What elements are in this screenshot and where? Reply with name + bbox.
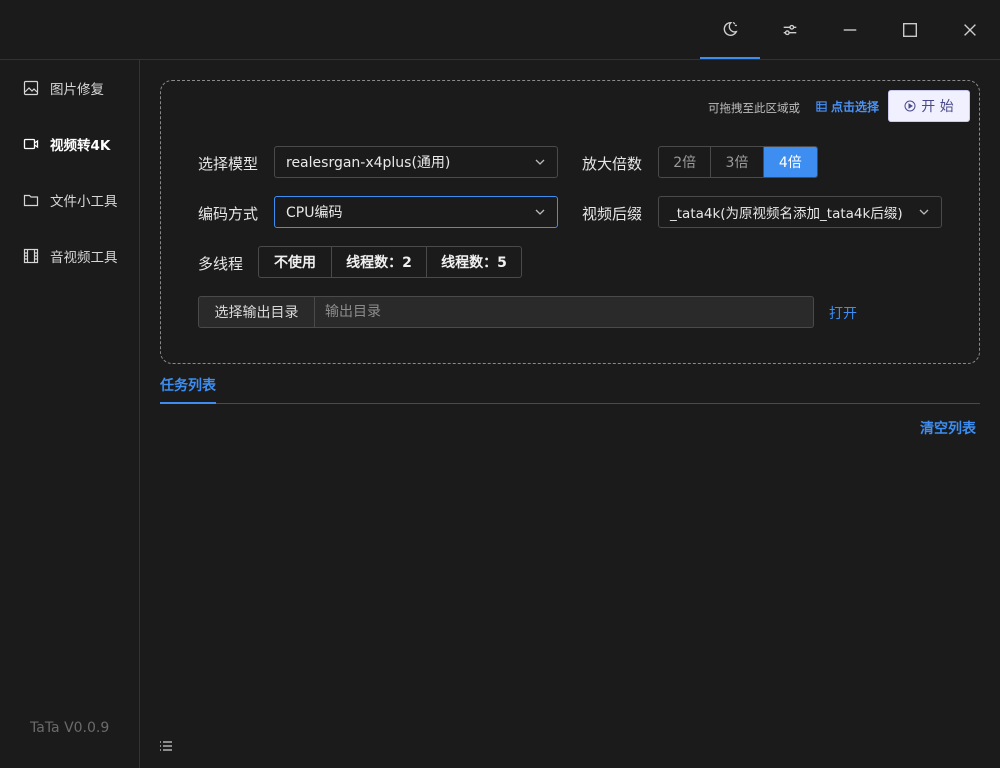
menu-collapse-icon[interactable] (158, 738, 174, 754)
pick-file-link[interactable]: 点击选择 (816, 98, 879, 115)
thread-segmented: 不使用 线程数：2 线程数：5 (258, 246, 522, 278)
encode-select[interactable]: CPU编码 (274, 196, 558, 228)
maximize-icon[interactable] (880, 0, 940, 59)
theme-moon-icon[interactable] (700, 0, 760, 59)
thread-label: 多线程 (198, 255, 244, 273)
scale-label: 放大倍数 (582, 155, 643, 173)
scale-segmented: 2倍 3倍 4倍 (658, 146, 818, 178)
model-label: 选择模型 (198, 155, 259, 173)
file-grid-icon (816, 101, 827, 112)
encode-label: 编码方式 (198, 205, 259, 223)
suffix-select[interactable]: _tata4k(为原视频名添加_tata4k后缀) (658, 196, 942, 228)
close-icon[interactable] (940, 0, 1000, 59)
sidebar-item-av-tools[interactable]: 音视频工具 (0, 236, 139, 276)
settings-sliders-icon[interactable] (760, 0, 820, 59)
start-button[interactable]: 开 始 (888, 90, 970, 122)
minimize-icon[interactable] (820, 0, 880, 59)
suffix-label: 视频后缀 (582, 205, 643, 223)
play-circle-icon (904, 100, 916, 112)
film-icon (22, 247, 40, 265)
scale-option-4x[interactable]: 4倍 (763, 147, 817, 177)
thread-option-5[interactable]: 线程数：5 (427, 247, 521, 277)
thread-option-2[interactable]: 线程数：2 (332, 247, 427, 277)
model-select[interactable]: realesrgan-x4plus(通用) (274, 146, 558, 178)
chevron-down-icon (535, 209, 545, 215)
thread-option-none[interactable]: 不使用 (259, 247, 332, 277)
chevron-down-icon (535, 159, 545, 165)
sidebar: 图片修复 视频转4K 文件小工具 音视频工具 TaTa V0.0.9 (0, 60, 140, 768)
sidebar-item-file-tools[interactable]: 文件小工具 (0, 180, 139, 220)
image-icon (22, 79, 40, 97)
output-dir-input[interactable] (315, 297, 813, 327)
sidebar-item-image-repair[interactable]: 图片修复 (0, 68, 139, 108)
scale-option-2x[interactable]: 2倍 (659, 147, 712, 177)
folder-icon (22, 191, 40, 209)
drop-hint-text: 可拖拽至此区域或 (708, 101, 800, 115)
sidebar-item-label: 图片修复 (50, 82, 104, 98)
tab-task-list[interactable]: 任务列表 (160, 375, 216, 404)
sidebar-item-label: 音视频工具 (50, 250, 118, 266)
video-camera-icon (22, 135, 40, 153)
output-dir-group: 选择输出目录 (198, 296, 814, 328)
title-bar (0, 0, 1000, 60)
scale-option-3x[interactable]: 3倍 (711, 147, 764, 177)
choose-output-dir-button[interactable]: 选择输出目录 (199, 297, 315, 327)
sidebar-item-video-4k[interactable]: 视频转4K (0, 124, 139, 164)
clear-list-link[interactable]: 清空列表 (920, 418, 976, 438)
sidebar-item-label: 视频转4K (50, 138, 111, 154)
drop-zone-panel[interactable]: 可拖拽至此区域或 点击选择 开 始 选择模型 realesrgan-x4plus… (160, 80, 980, 364)
open-dir-link[interactable]: 打开 (829, 303, 857, 323)
sidebar-item-label: 文件小工具 (50, 194, 118, 210)
app-version: TaTa V0.0.9 (30, 720, 110, 736)
task-tabs: 任务列表 (160, 372, 980, 404)
chevron-down-icon (919, 209, 929, 215)
